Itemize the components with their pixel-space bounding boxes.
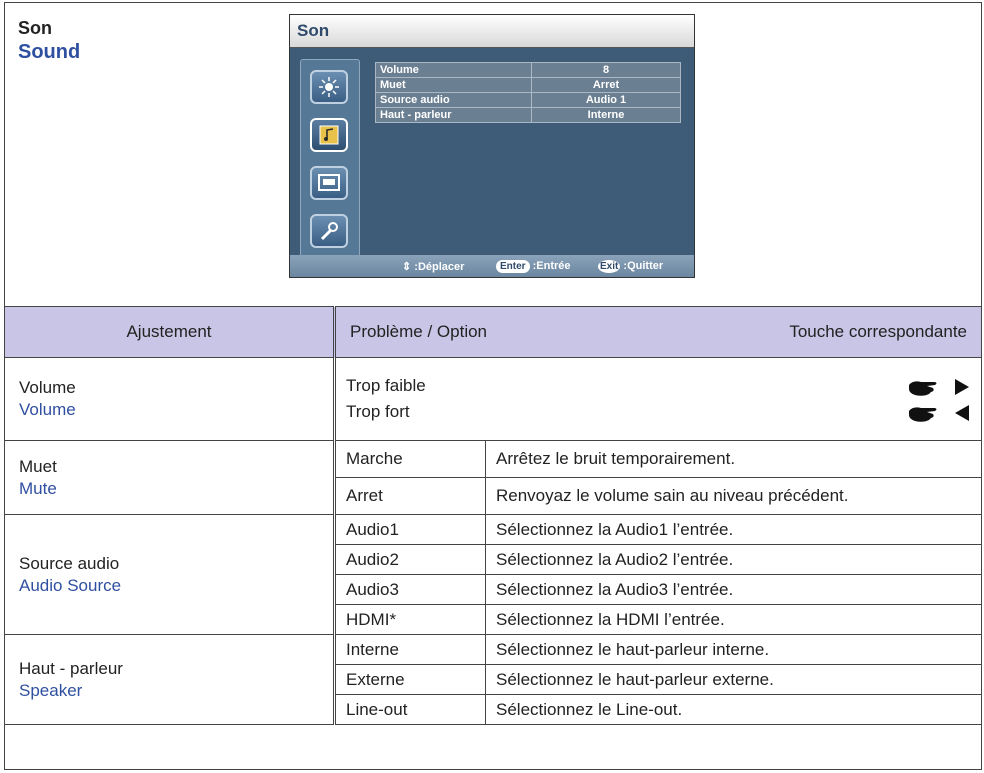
option-cell: Line-out — [333, 694, 486, 725]
osd-row-label: Haut - parleur — [375, 107, 532, 123]
option-too-loud: Trop fort — [346, 402, 410, 421]
osd-row-label: Muet — [375, 77, 532, 93]
sound-icon[interactable] — [310, 118, 348, 152]
row-label-volume: Volume Volume — [4, 357, 335, 441]
osd-footer: ⇕ :Déplacer Enter :Entrée Exit :Quitter — [290, 255, 694, 277]
option-cell: Audio1 — [333, 514, 486, 545]
row-label-speaker: Haut - parleur Speaker — [4, 634, 335, 725]
osd-row-value: Audio 1 — [531, 92, 681, 108]
osd-settings-table: Volume 8 Muet Arret Source audio Audio 1 Ha… — [375, 62, 681, 123]
option-cell: Audio2 — [333, 544, 486, 575]
option-cell: Marche — [333, 440, 486, 478]
header-problem-key: Problème / Option Touche correspondante — [333, 306, 982, 358]
setup-icon[interactable] — [310, 214, 348, 248]
option-too-low: Trop faible — [346, 376, 426, 395]
volume-options: Trop faible Trop fort — [333, 357, 982, 441]
osd-row-value: Interne — [531, 107, 681, 123]
osd-row-value: 8 — [531, 62, 681, 78]
osd-row-value: Arret — [531, 77, 681, 93]
option-cell: Arret — [333, 477, 486, 515]
hand-left-arrow-icon — [907, 399, 971, 425]
osd-footer-move: ⇕ :Déplacer — [402, 261, 465, 273]
section-title-fr: Son — [18, 18, 52, 38]
description-cell: Sélectionnez la Audio2 l’entrée. — [485, 544, 982, 575]
row-label-source: Source audio Audio Source — [4, 514, 335, 635]
osd-title-bar: Son — [290, 15, 694, 48]
table-row: Haut - parleur Speaker Interne Sélectionn… — [4, 634, 982, 725]
osd-menu: Son Volume 8 Muet Arret Source audio Audio … — [289, 14, 695, 278]
header-key: Touche correspondante — [789, 322, 967, 341]
section-title-en: Sound — [18, 41, 81, 63]
header-adjust: Ajustement — [4, 306, 335, 358]
exit-key-icon: Exit — [598, 260, 621, 273]
adjustment-table: Ajustement Problème / Option Touche corr… — [4, 306, 982, 725]
table-row: Muet Mute Marche Arrêtez le bruit tempora… — [4, 440, 982, 515]
description-cell: Sélectionnez le haut-parleur interne. — [485, 634, 982, 665]
header-problem: Problème / Option — [350, 322, 488, 341]
option-cell: HDMI* — [333, 604, 486, 635]
osd-footer-enter: Enter :Entrée — [496, 260, 571, 273]
option-cell: Externe — [333, 664, 486, 695]
brightness-icon[interactable] — [310, 70, 348, 104]
osd-title: Son — [297, 21, 330, 40]
osd-row[interactable]: Muet Arret — [375, 77, 681, 93]
option-cell: Audio3 — [333, 574, 486, 605]
description-cell: Sélectionnez la HDMI l’entrée. — [485, 604, 982, 635]
picture-icon[interactable] — [310, 166, 348, 200]
osd-row[interactable]: Haut - parleur Interne — [375, 107, 681, 123]
osd-row-label: Volume — [375, 62, 532, 78]
osd-row[interactable]: Source audio Audio 1 — [375, 92, 681, 108]
description-cell: Sélectionnez le Line-out. — [485, 694, 982, 725]
description-cell: Arrêtez le bruit temporairement. — [485, 440, 982, 478]
description-cell: Sélectionnez la Audio1 l’entrée. — [485, 514, 982, 545]
description-cell: Sélectionnez le haut-parleur externe. — [485, 664, 982, 695]
description-cell: Renvoyaz le volume sain au niveau précéd… — [485, 477, 982, 515]
osd-footer-exit: Exit :Quitter — [598, 260, 664, 273]
table-header-row: Ajustement Problème / Option Touche corr… — [4, 306, 982, 358]
description-cell: Sélectionnez la Audio3 l’entrée. — [485, 574, 982, 605]
osd-icon-column — [300, 59, 360, 265]
option-cell: Interne — [333, 634, 486, 665]
hand-right-arrow-icon — [907, 373, 971, 399]
table-row: Source audio Audio Source Audio1 Sélectio… — [4, 514, 982, 635]
osd-row[interactable]: Volume 8 — [375, 62, 681, 78]
table-row: Volume Volume Trop faible Trop fort — [4, 357, 982, 441]
osd-row-label: Source audio — [375, 92, 532, 108]
row-label-mute: Muet Mute — [4, 440, 335, 515]
enter-key-icon: Enter — [496, 260, 530, 273]
